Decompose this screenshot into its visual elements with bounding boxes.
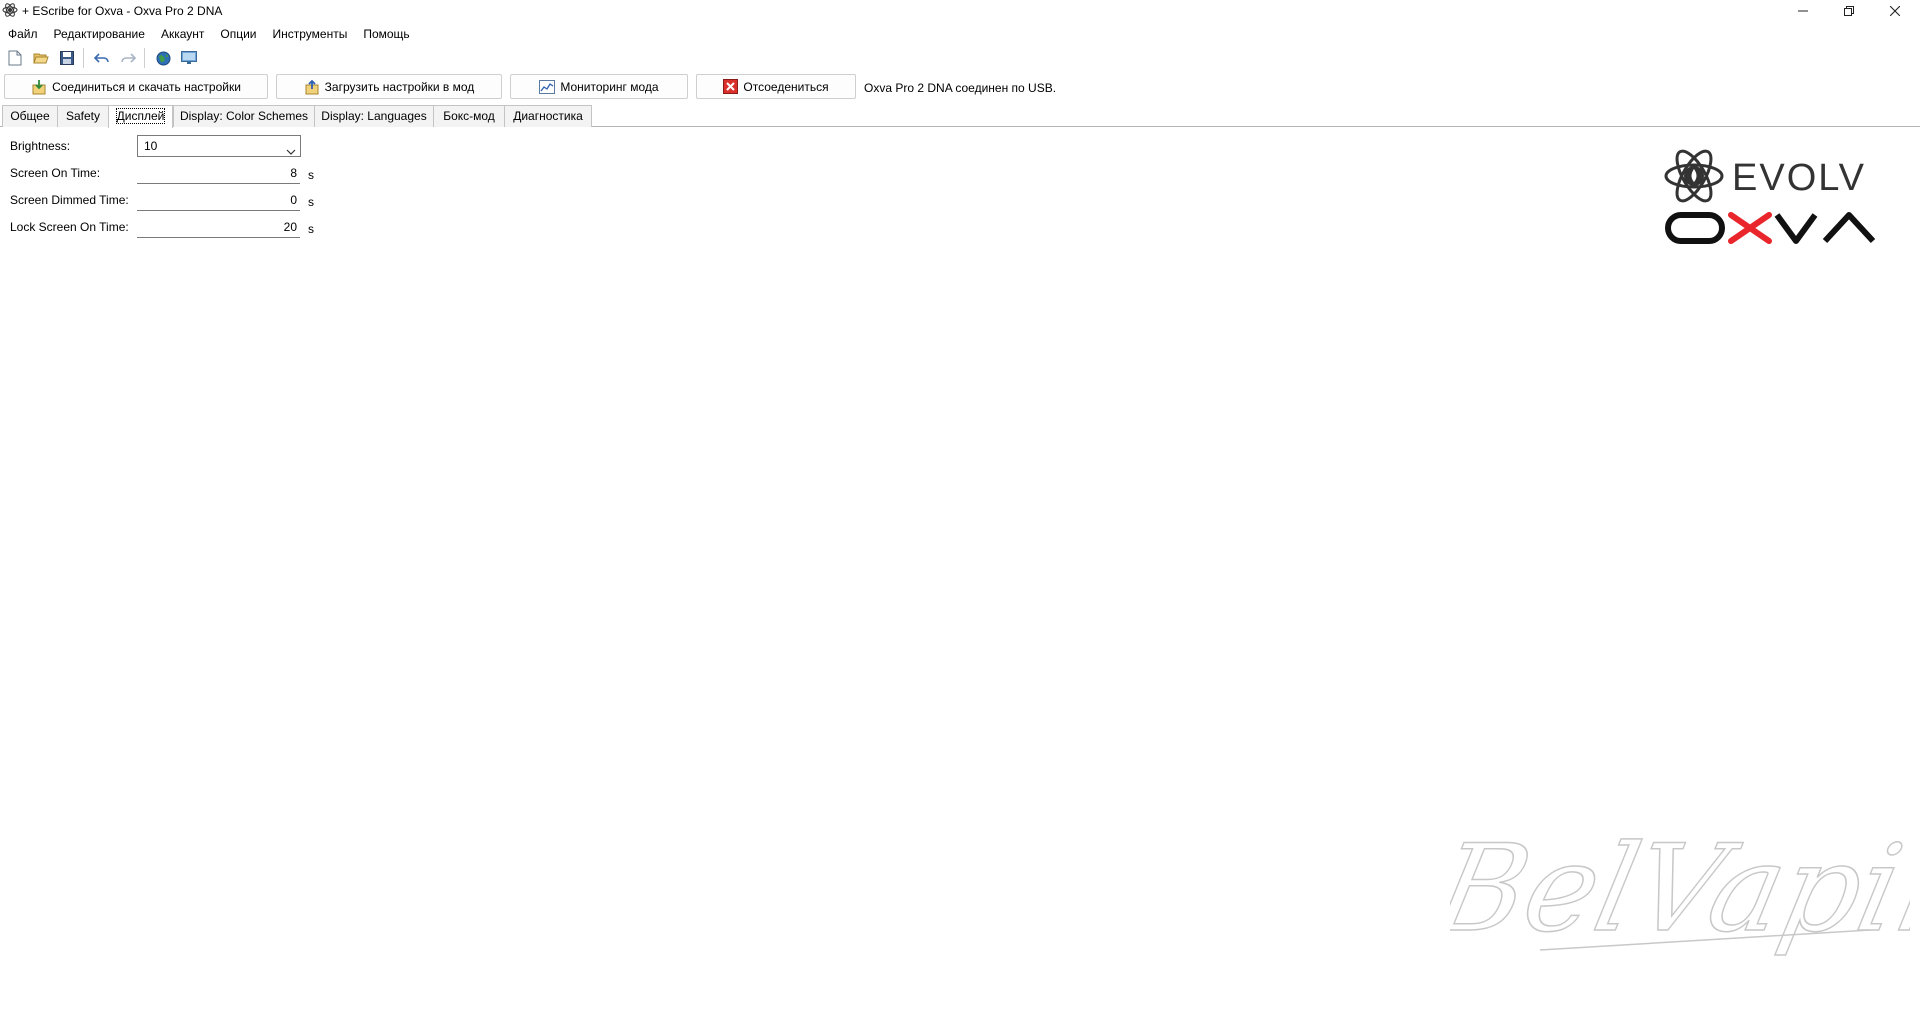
- save-icon[interactable]: [56, 47, 78, 69]
- tab-display[interactable]: Дисплей: [108, 105, 173, 128]
- lock-screen-time-unit: s: [308, 222, 314, 236]
- red-x-icon: [723, 79, 739, 94]
- lock-screen-time-value: 20: [283, 220, 297, 234]
- monitor-icon[interactable]: [178, 47, 200, 69]
- tab-display-languages[interactable]: Display: Languages: [314, 105, 434, 127]
- screen-dimmed-time-input[interactable]: 0: [137, 189, 300, 211]
- connection-status: Oxva Pro 2 DNA соединен по USB.: [864, 81, 1057, 95]
- toolbar-separator: [144, 48, 145, 68]
- evolv-wordmark: EVOLV: [1732, 157, 1866, 199]
- tab-display-label: Дисплей: [115, 108, 166, 124]
- chevron-down-icon: [286, 142, 296, 162]
- menu-tools[interactable]: Инструменты: [265, 24, 356, 44]
- screen-dimmed-time-label: Screen Dimmed Time:: [10, 193, 129, 207]
- upload-settings-label: Загрузить настройки в мод: [324, 79, 475, 94]
- menu-edit[interactable]: Редактирование: [46, 24, 153, 44]
- lock-screen-time-label: Lock Screen On Time:: [10, 220, 129, 234]
- tab-general-label: Общее: [10, 109, 50, 123]
- toolbar-separator: [83, 48, 84, 68]
- close-icon[interactable]: [1872, 0, 1918, 22]
- screen-on-time-label: Screen On Time:: [10, 166, 101, 180]
- minimize-icon[interactable]: [1780, 0, 1826, 22]
- chart-monitor-icon: [539, 79, 556, 94]
- tab-languages-label: Display: Languages: [321, 109, 427, 123]
- action-row: Соединиться и скачать настройки Загрузит…: [0, 73, 1920, 101]
- connect-icon: [32, 79, 46, 94]
- tab-box-mod[interactable]: Бокс-мод: [433, 105, 505, 127]
- tab-box-mod-label: Бокс-мод: [443, 109, 495, 123]
- device-monitor-button[interactable]: Мониторинг мода: [510, 74, 688, 99]
- window-title: + EScribe for Oxva - Oxva Pro 2 DNA: [22, 4, 223, 18]
- menu-bar: Файл Редактирование Аккаунт Опции Инстру…: [0, 24, 418, 44]
- title-bar: + EScribe for Oxva - Oxva Pro 2 DNA: [0, 0, 1920, 22]
- menu-options[interactable]: Опции: [212, 24, 264, 44]
- oxva-logo: [1665, 211, 1887, 250]
- tab-safety-label: Safety: [65, 109, 101, 123]
- evolv-atom-icon: [1664, 149, 1724, 203]
- disconnect-label: Отсоедениться: [743, 79, 829, 94]
- tab-diagnostics-label: Диагностика: [513, 109, 583, 123]
- brightness-value: 10: [144, 139, 158, 153]
- menu-account[interactable]: Аккаунт: [153, 24, 212, 44]
- brightness-label: Brightness:: [10, 139, 71, 153]
- upload-icon: [305, 79, 319, 94]
- undo-icon[interactable]: [91, 47, 113, 69]
- tab-general[interactable]: Общее: [2, 105, 58, 127]
- screen-dimmed-time-value: 0: [290, 193, 297, 207]
- open-folder-icon[interactable]: [30, 47, 52, 69]
- redo-icon[interactable]: [117, 47, 139, 69]
- menu-file[interactable]: Файл: [0, 24, 46, 44]
- tab-diagnostics[interactable]: Диагностика: [504, 105, 592, 127]
- globe-icon[interactable]: [152, 47, 174, 69]
- screen-on-time-unit: s: [308, 168, 314, 182]
- atom-icon: [2, 2, 18, 18]
- upload-settings-button[interactable]: Загрузить настройки в мод: [276, 74, 502, 99]
- belvaping-watermark: BelVaping: [1421, 790, 1920, 1013]
- connect-download-label: Соединиться и скачать настройки: [52, 79, 241, 94]
- new-file-icon[interactable]: [4, 47, 26, 69]
- lock-screen-time-input[interactable]: 20: [137, 216, 300, 238]
- evolv-logo: EVOLV: [1664, 144, 1888, 213]
- disconnect-button[interactable]: Отсоедениться: [696, 74, 856, 99]
- toolbar: [0, 46, 200, 70]
- tab-safety[interactable]: Safety: [57, 105, 109, 127]
- brightness-select[interactable]: 10: [137, 135, 301, 157]
- device-monitor-label: Мониторинг мода: [560, 79, 659, 94]
- screen-dimmed-time-unit: s: [308, 195, 314, 209]
- tab-strip: Общее Safety Дисплей Display: Color Sche…: [0, 105, 1920, 128]
- menu-help[interactable]: Помощь: [355, 24, 417, 44]
- connect-download-button[interactable]: Соединиться и скачать настройки: [4, 74, 268, 99]
- tab-display-color-schemes[interactable]: Display: Color Schemes: [173, 105, 315, 127]
- tab-color-schemes-label: Display: Color Schemes: [179, 109, 309, 123]
- maximize-icon[interactable]: [1826, 0, 1872, 22]
- screen-on-time-value: 8: [290, 166, 297, 180]
- screen-on-time-input[interactable]: 8: [137, 162, 300, 184]
- watermark-text: BelVaping: [1450, 818, 1910, 958]
